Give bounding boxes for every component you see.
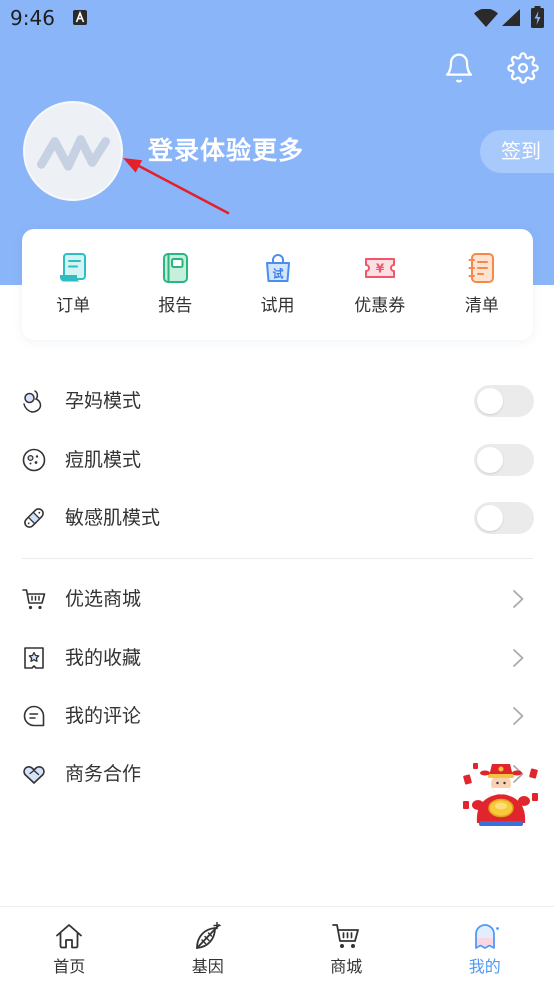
gear-icon[interactable] (507, 52, 539, 84)
mode-row-sensitive: 敏感肌模式 (0, 489, 554, 548)
wifi-icon (474, 9, 498, 27)
trial-glyph: 试 (272, 267, 283, 281)
quick-action-trial[interactable]: 试 试用 (226, 229, 328, 340)
menu-label: 我的收藏 (65, 646, 142, 669)
acne-mode-toggle[interactable] (474, 443, 534, 476)
tab-me[interactable]: 我的 (416, 907, 554, 984)
menu-label: 优选商城 (65, 588, 142, 611)
mode-row-pregnancy: 孕妈模式 (0, 372, 554, 431)
chevron-right-icon (513, 648, 524, 667)
coupon-icon: ¥ (364, 258, 395, 278)
cart-icon (332, 924, 360, 948)
skin-mode-list: 孕妈模式 痘肌模式 敏感肌模式 (0, 372, 554, 548)
tab-mall[interactable]: 商城 (277, 907, 416, 984)
mode-row-acne: 痘肌模式 (0, 431, 554, 490)
signal-icon (502, 9, 520, 26)
sensitive-mode-toggle[interactable] (474, 502, 534, 535)
tab-gene[interactable]: 基因 (139, 907, 278, 984)
home-icon (56, 924, 83, 949)
list-icon (468, 253, 494, 283)
menu-item-comments[interactable]: 我的评论 (0, 687, 554, 745)
tab-home[interactable]: 首页 (0, 907, 139, 984)
pregnancy-icon (23, 390, 42, 413)
chevron-right-icon (513, 707, 524, 725)
quick-action-coupons[interactable]: ¥ 优惠券 (329, 229, 431, 340)
quick-action-list[interactable]: 清单 (431, 229, 533, 340)
profile-ghost-icon (474, 924, 499, 949)
menu-label: 我的评论 (65, 704, 142, 727)
bottom-tab-bar: 首页 基因 商城 我的 (0, 906, 554, 984)
chevron-right-icon (513, 590, 524, 609)
quick-actions-card: 订单 报告 试 试用 ¥ 优惠券 清单 (22, 229, 533, 340)
status-time: 9:46 (10, 6, 55, 30)
battery-charging-icon (531, 6, 544, 28)
quick-action-label: 报告 (158, 296, 193, 316)
avatar[interactable] (23, 101, 123, 201)
mode-label: 孕妈模式 (65, 390, 142, 413)
mode-label: 敏感肌模式 (65, 507, 161, 530)
menu-item-favorites[interactable]: 我的收藏 (0, 628, 554, 686)
handshake-heart-icon (23, 766, 45, 785)
pregnancy-mode-toggle[interactable] (474, 385, 534, 418)
section-divider (22, 558, 533, 559)
tab-label: 基因 (191, 957, 224, 976)
quick-action-label: 订单 (56, 296, 91, 316)
acne-face-icon (22, 448, 46, 472)
toggle-knob (477, 505, 503, 532)
toggle-knob (477, 388, 503, 415)
menu-item-mall[interactable]: 优选商城 (0, 570, 554, 628)
app-logo-icon (37, 135, 110, 171)
toggle-knob (477, 446, 503, 473)
quick-action-orders[interactable]: 订单 (22, 229, 124, 340)
trial-bag-icon: 试 (265, 254, 290, 282)
login-prompt[interactable]: 登录体验更多 (148, 133, 304, 169)
bell-icon[interactable] (443, 52, 475, 84)
order-icon (60, 253, 87, 282)
coupon-glyph: ¥ (376, 262, 385, 276)
tab-label: 商城 (330, 957, 363, 976)
comment-icon (23, 705, 45, 727)
report-icon (163, 253, 189, 283)
notification-a-icon (73, 10, 87, 25)
god-of-wealth-mascot-icon[interactable] (461, 761, 541, 827)
quick-action-reports[interactable]: 报告 (124, 229, 226, 340)
quick-action-label: 优惠券 (354, 296, 406, 316)
quick-action-label: 试用 (260, 296, 295, 316)
cart-icon (22, 589, 46, 610)
checkin-button[interactable]: 签到 (480, 130, 554, 173)
favorite-star-icon (24, 646, 44, 669)
mode-label: 痘肌模式 (65, 448, 142, 471)
bandage-icon (24, 508, 44, 529)
gene-icon (195, 921, 221, 949)
tab-label: 首页 (53, 957, 86, 976)
quick-action-label: 清单 (464, 296, 499, 316)
tab-label: 我的 (468, 957, 501, 976)
menu-label: 商务合作 (65, 763, 142, 786)
